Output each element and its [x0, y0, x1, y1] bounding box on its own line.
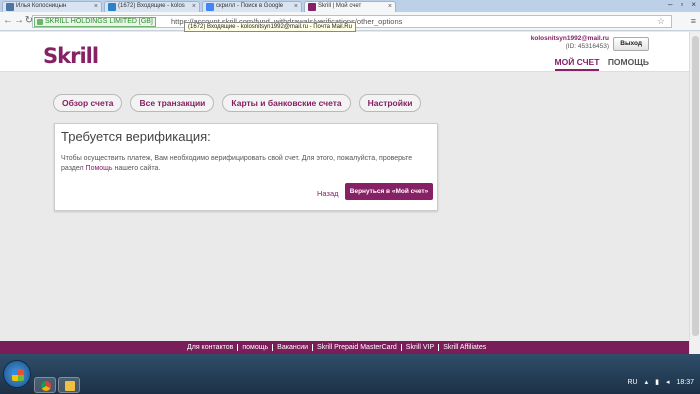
language-indicator[interactable]: RU	[627, 379, 637, 386]
mail-icon	[108, 3, 116, 11]
return-to-account-button[interactable]: Вернуться в «Мой счет»	[345, 183, 433, 200]
browser-tab-active[interactable]: Skrill | Мой счет ×	[304, 1, 396, 12]
maximize-icon[interactable]: ▫	[680, 0, 683, 9]
tab-settings[interactable]: Настройки	[358, 94, 422, 112]
footer-link-contacts[interactable]: Для контактов	[183, 344, 239, 351]
chrome-icon	[41, 381, 51, 391]
back-link[interactable]: Назад	[317, 189, 339, 198]
system-tray: RU ▴ ▮ ◂ 18:37	[627, 378, 694, 387]
browser-tab[interactable]: скрилл - Поиск в Google ×	[202, 1, 302, 12]
scrollbar-thumb[interactable]	[692, 36, 699, 336]
clock[interactable]: 18:37	[676, 379, 694, 386]
user-id: (ID: 45316453)	[565, 43, 609, 50]
minimize-icon[interactable]: –	[668, 0, 672, 9]
notification-icon[interactable]: ▴	[645, 378, 649, 386]
nav-my-account[interactable]: МОЙ СЧЕТ	[554, 57, 600, 71]
tab-overview[interactable]: Обзор счета	[53, 94, 123, 112]
start-button[interactable]	[3, 360, 31, 388]
footer-link-vip[interactable]: Skrill VIP	[401, 344, 440, 351]
address-bar: ← → ↻ SKRILL HOLDINGS LIMITED [GB] https…	[0, 12, 700, 32]
tab-cards[interactable]: Карты и банковские счета	[222, 94, 351, 112]
browser-tab[interactable]: Илья Колосницын ×	[2, 1, 102, 12]
help-link[interactable]: Помощь	[86, 165, 113, 172]
page: Skrill kolosnitsyn1992@mail.ru (ID: 4531…	[0, 32, 689, 354]
volume-icon[interactable]: ◂	[666, 378, 670, 386]
footer-link-help[interactable]: помощь	[238, 344, 274, 351]
scrollbar[interactable]	[689, 32, 700, 354]
browser-tab-label: (1672) Входящие - kolos	[118, 3, 185, 9]
close-icon[interactable]: ×	[294, 2, 298, 11]
folder-icon	[65, 381, 75, 391]
lock-icon	[37, 19, 43, 25]
tab-tooltip: (1672) Входящие - kolosnitsyn1992@mail.r…	[184, 22, 356, 32]
star-icon[interactable]: ☆	[657, 16, 665, 27]
skrill-logo[interactable]: Skrill	[43, 44, 99, 68]
account-tabs: Обзор счета Все транзакции Карты и банко…	[53, 94, 422, 112]
tab-transactions[interactable]: Все транзакции	[130, 94, 215, 112]
back-icon[interactable]: ←	[3, 15, 13, 26]
browser-tab-label: Илья Колосницын	[16, 3, 67, 9]
site-footer: Для контактов помощь Вакансии Skrill Prepai…	[0, 341, 689, 354]
card-title: Требуется верификация:	[61, 129, 211, 144]
footer-links: Для контактов помощь Вакансии Skrill Prepai…	[183, 344, 490, 351]
footer-link-affiliates[interactable]: Skrill Affiliates	[439, 344, 490, 351]
nav-help[interactable]: ПОМОЩЬ	[608, 57, 649, 67]
close-window-icon[interactable]: ×	[691, 0, 696, 9]
user-email: kolosnitsyn1992@mail.ru	[530, 35, 609, 42]
browser-tab-label: Skrill | Мой счет	[318, 3, 362, 9]
taskbar-chrome[interactable]	[34, 377, 56, 393]
taskbar-explorer[interactable]	[58, 377, 80, 393]
card-body: Чтобы осуществить платеж, Вам необходимо…	[61, 154, 421, 174]
header-nav: МОЙ СЧЕТ ПОМОЩЬ	[549, 57, 649, 71]
forward-icon[interactable]: →	[14, 15, 24, 26]
network-icon[interactable]: ▮	[655, 378, 659, 386]
browser-tab[interactable]: (1672) Входящие - kolos ×	[104, 1, 200, 12]
ev-label: SKRILL HOLDINGS LIMITED [GB]	[45, 18, 153, 25]
footer-link-jobs[interactable]: Вакансии	[273, 344, 314, 351]
footer-link-prepaid[interactable]: Skrill Prepaid MasterCard	[313, 344, 402, 351]
close-icon[interactable]: ×	[192, 2, 196, 11]
google-icon	[206, 3, 214, 11]
site-header: Skrill kolosnitsyn1992@mail.ru (ID: 4531…	[0, 32, 689, 72]
close-icon[interactable]: ×	[94, 2, 98, 11]
verification-card: Требуется верификация: Чтобы осуществить…	[54, 123, 438, 211]
browser-tab-label: скрилл - Поиск в Google	[216, 3, 284, 9]
card-body-text-end: нашего сайта.	[112, 165, 161, 172]
windows-logo-icon	[12, 369, 24, 381]
menu-icon[interactable]: ≡	[691, 16, 696, 26]
logout-button[interactable]: Выход	[613, 37, 649, 51]
window-controls: – ▫ ×	[668, 0, 696, 9]
vk-icon	[6, 3, 14, 11]
taskbar: RU ▴ ▮ ◂ 18:37	[0, 354, 700, 394]
skrill-icon	[308, 3, 316, 11]
close-icon[interactable]: ×	[388, 2, 392, 11]
ev-certificate-badge[interactable]: SKRILL HOLDINGS LIMITED [GB]	[34, 17, 156, 27]
browser-tab-bar: Илья Колосницын × (1672) Входящие - kolo…	[0, 0, 700, 12]
